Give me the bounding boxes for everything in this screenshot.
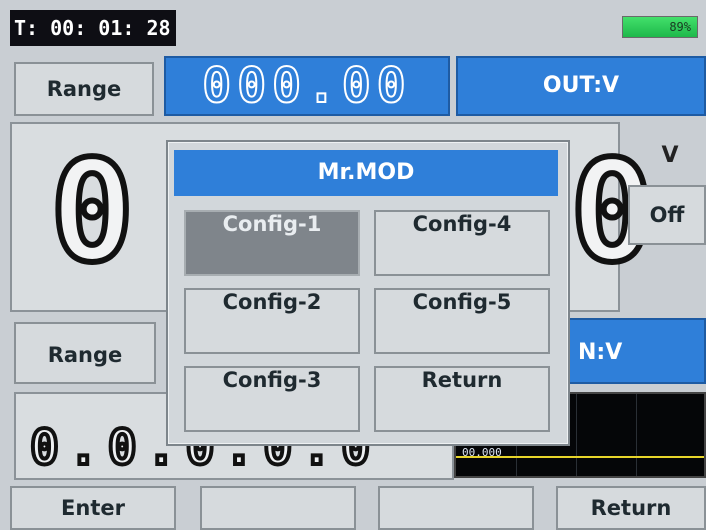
main-digit-left: 0	[47, 128, 137, 297]
input-mode-label[interactable]: N:V	[548, 318, 706, 384]
plot-gridline	[636, 394, 637, 476]
enter-button[interactable]: Enter	[10, 486, 176, 530]
output-mode-label[interactable]: OUT:V	[456, 56, 706, 116]
config-2-button[interactable]: Config-2	[184, 288, 360, 354]
softkey-3-button[interactable]	[378, 486, 534, 530]
config-1-button[interactable]: Config-1	[184, 210, 360, 276]
off-button[interactable]: Off	[628, 185, 706, 245]
config-4-button[interactable]: Config-4	[374, 210, 550, 276]
battery-indicator: 89%	[622, 16, 698, 38]
top-readout: 000.00	[164, 56, 450, 116]
unit-label: V	[661, 143, 679, 168]
plot-value-label: 00.000	[462, 446, 502, 459]
top-readout-value: 000.00	[201, 57, 412, 115]
plot-gridline	[576, 394, 577, 476]
dialog-return-button[interactable]: Return	[374, 366, 550, 432]
range-button-top[interactable]: Range	[14, 62, 154, 116]
dialog-title: Mr.MOD	[174, 150, 558, 196]
return-softkey-button[interactable]: Return	[556, 486, 706, 530]
range-button-bottom[interactable]: Range	[14, 322, 156, 384]
config-3-button[interactable]: Config-3	[184, 366, 360, 432]
softkey-2-button[interactable]	[200, 486, 356, 530]
config-5-button[interactable]: Config-5	[374, 288, 550, 354]
elapsed-timer: T: 00: 01: 28	[10, 10, 176, 46]
